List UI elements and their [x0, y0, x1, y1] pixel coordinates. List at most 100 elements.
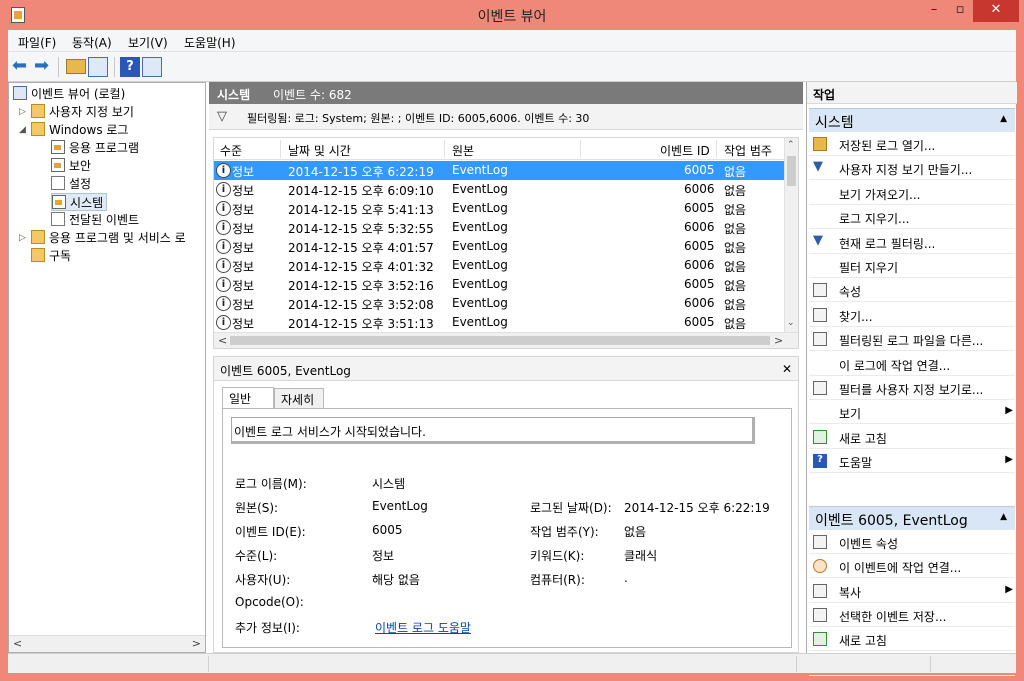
- action-item[interactable]: 필터링된 로그 파일을 다른...: [809, 327, 1015, 352]
- toolbar-separator: [114, 57, 115, 77]
- expand-icon[interactable]: ▷: [19, 107, 26, 117]
- tree-item-system[interactable]: 시스템: [51, 193, 108, 211]
- action-item[interactable]: ▼ 사용자 지정 보기 만들기...: [809, 156, 1015, 181]
- close-button[interactable]: ✕: [973, 0, 1019, 22]
- status-bar: [8, 653, 1016, 673]
- column-divider[interactable]: [580, 140, 581, 158]
- column-task-category[interactable]: 작업 범주: [724, 142, 772, 159]
- section-event[interactable]: 이벤트 6005, EventLog ▲: [809, 506, 1015, 530]
- action-item[interactable]: 찾기...: [809, 303, 1015, 327]
- cell-level: 정보: [232, 203, 255, 217]
- maximize-button[interactable]: ▫: [947, 0, 973, 22]
- scroll-right-icon[interactable]: >: [192, 637, 201, 650]
- tree-item-security[interactable]: 보안: [51, 157, 91, 175]
- tree-item-custom-views[interactable]: 사용자 지정 보기: [31, 103, 134, 121]
- section-system[interactable]: 시스템 ▲: [809, 108, 1015, 132]
- back-arrow-icon[interactable]: ⬅: [12, 57, 32, 77]
- action-item[interactable]: 필터 지우기: [809, 254, 1015, 278]
- status-divider: [796, 656, 797, 672]
- column-divider[interactable]: [280, 140, 281, 158]
- table-row[interactable]: i 정보 2014-12-15 오후 3:51:13 EventLog 6005 없음: [214, 313, 784, 332]
- collapse-icon[interactable]: ▲: [1000, 114, 1007, 124]
- scroll-thumb[interactable]: [230, 336, 770, 345]
- action-item[interactable]: 보기 ▶: [809, 400, 1015, 425]
- scroll-left-icon[interactable]: <: [218, 334, 227, 347]
- table-row[interactable]: i 정보 2014-12-15 오후 5:41:13 EventLog 6005 없음: [214, 199, 784, 218]
- forward-arrow-icon[interactable]: ➡: [34, 57, 54, 77]
- tree-item-setup[interactable]: 설정: [51, 175, 91, 193]
- action-item[interactable]: ? 도움말 ▶: [809, 449, 1015, 474]
- column-divider[interactable]: [716, 140, 717, 158]
- table-row[interactable]: i 정보 2014-12-15 오후 6:22:19 EventLog 6005 없음: [214, 161, 784, 180]
- tree-horizontal-scrollbar[interactable]: < >: [9, 635, 205, 652]
- user-label: 사용자(U):: [235, 573, 291, 587]
- tree-item-label: 전달된 이벤트: [69, 213, 140, 227]
- column-datetime[interactable]: 날짜 및 시간: [288, 142, 351, 159]
- menu-action[interactable]: 동작(A): [72, 34, 112, 51]
- info-icon: i: [216, 182, 231, 197]
- scroll-up-icon[interactable]: ⌃: [787, 140, 795, 150]
- show-hide-actions-icon[interactable]: [142, 57, 162, 77]
- tree-item-windows-logs[interactable]: Windows 로그: [31, 121, 128, 139]
- action-label: 이 로그에 작업 연결...: [839, 358, 951, 373]
- scroll-thumb[interactable]: [787, 156, 796, 186]
- cell-task-category: 없음: [724, 317, 747, 331]
- refresh-icon: [813, 632, 827, 647]
- menu-file[interactable]: 파일(F): [18, 34, 56, 51]
- task-category-label: 작업 범주(Y):: [530, 525, 599, 539]
- event-description[interactable]: 이벤트 로그 서비스가 시작되었습니다.: [231, 417, 755, 444]
- tree-item-apps-services[interactable]: 응용 프로그램 및 서비스 로: [31, 229, 186, 247]
- properties-icon: [813, 283, 827, 298]
- action-item[interactable]: 로그 지우기...: [809, 205, 1015, 230]
- scroll-left-icon[interactable]: <: [13, 637, 22, 650]
- tree-item-application[interactable]: 응용 프로그램: [51, 139, 139, 157]
- menu-view[interactable]: 보기(V): [128, 34, 168, 51]
- column-level[interactable]: 수준: [220, 142, 242, 159]
- column-divider[interactable]: [444, 140, 445, 158]
- action-item[interactable]: 속성: [809, 278, 1015, 303]
- table-row[interactable]: i 정보 2014-12-15 오후 3:52:08 EventLog 6006 없음: [214, 294, 784, 313]
- tree-item-subscriptions[interactable]: 구독: [31, 247, 71, 265]
- action-item[interactable]: 이 로그에 작업 연결...: [809, 352, 1015, 376]
- action-item[interactable]: 새로 고침: [809, 627, 1015, 652]
- table-horizontal-scrollbar[interactable]: < >: [214, 332, 798, 348]
- up-folder-icon[interactable]: [66, 59, 86, 74]
- cell-event-id: 6006: [684, 220, 715, 234]
- help-icon: ?: [813, 454, 827, 469]
- collapse-icon[interactable]: ◢: [19, 125, 26, 135]
- action-item[interactable]: 보기 가져오기...: [809, 181, 1015, 205]
- tab-general[interactable]: 일반: [222, 387, 274, 409]
- tab-details[interactable]: 자세히: [274, 388, 324, 409]
- menu-help[interactable]: 도움말(H): [184, 34, 236, 51]
- action-item[interactable]: 복사 ▶: [809, 579, 1015, 603]
- table-vertical-scrollbar[interactable]: ⌃ ⌄: [784, 138, 798, 332]
- action-item[interactable]: 이벤트 속성: [809, 530, 1015, 554]
- more-info-link[interactable]: 이벤트 로그 도움말: [375, 619, 471, 636]
- scroll-down-icon[interactable]: ⌄: [787, 318, 795, 328]
- collapse-icon[interactable]: ▲: [1000, 512, 1007, 522]
- action-item[interactable]: 선택한 이벤트 저장...: [809, 603, 1015, 627]
- table-row[interactable]: i 정보 2014-12-15 오후 5:32:55 EventLog 6006 없음: [214, 218, 784, 237]
- action-item[interactable]: 저장된 로그 열기...: [809, 132, 1015, 156]
- column-event-id[interactable]: 이벤트 ID: [660, 142, 710, 159]
- table-row[interactable]: i 정보 2014-12-15 오후 3:52:16 EventLog 6005 없음: [214, 275, 784, 294]
- keywords-value: 클래식: [624, 549, 658, 563]
- table-row[interactable]: i 정보 2014-12-15 오후 6:09:10 EventLog 6006 없음: [214, 180, 784, 199]
- show-hide-tree-icon[interactable]: [88, 57, 108, 77]
- action-item[interactable]: 이 이벤트에 작업 연결...: [809, 554, 1015, 579]
- tree-item-label: 응용 프로그램: [69, 141, 140, 155]
- tree-item-forwarded-events[interactable]: 전달된 이벤트: [51, 211, 139, 229]
- column-source[interactable]: 원본: [452, 142, 474, 159]
- tree-item-root[interactable]: 이벤트 뷰어 (로컬): [13, 85, 125, 103]
- action-item[interactable]: 필터를 사용자 지정 보기로...: [809, 376, 1015, 400]
- help-icon[interactable]: ?: [120, 57, 140, 77]
- expand-icon[interactable]: ▷: [19, 233, 26, 243]
- close-icon[interactable]: ✕: [782, 362, 792, 376]
- scroll-right-icon[interactable]: >: [774, 334, 783, 347]
- table-row[interactable]: i 정보 2014-12-15 오후 4:01:32 EventLog 6006 없음: [214, 256, 784, 275]
- table-row[interactable]: i 정보 2014-12-15 오후 4:01:57 EventLog 6005 없음: [214, 237, 784, 256]
- action-item[interactable]: ▼ 현재 로그 필터링...: [809, 230, 1015, 254]
- action-item[interactable]: 새로 고침: [809, 425, 1015, 449]
- action-label: 새로 고침: [839, 431, 887, 446]
- minimize-button[interactable]: –: [921, 0, 947, 22]
